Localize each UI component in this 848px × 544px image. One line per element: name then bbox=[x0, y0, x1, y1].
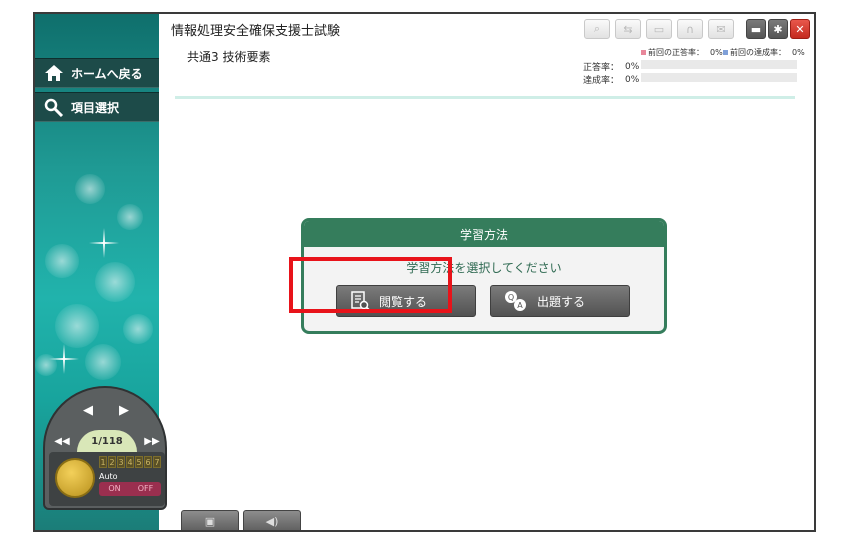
sound-tab[interactable]: ◀) bbox=[243, 510, 301, 530]
pointer-search-icon bbox=[44, 98, 64, 117]
decor-sparkle bbox=[49, 344, 79, 374]
divider bbox=[175, 96, 795, 99]
quiz-button[interactable]: QA 出題する bbox=[490, 285, 630, 317]
auto-panel: 1 2 3 4 5 6 7 Auto ON OFF bbox=[49, 452, 165, 506]
speed-cell[interactable]: 1 bbox=[99, 456, 107, 468]
qa-icon: QA bbox=[505, 291, 526, 311]
headphones-icon: ∩ bbox=[685, 22, 695, 36]
legend-value: 0% bbox=[792, 48, 805, 57]
select-item-button[interactable]: 項目選択 bbox=[35, 92, 159, 122]
app-window: ホームへ戻る 項目選択 ◀ ▶ ◀◀ ▶▶ 1/118 1 2 3 4 5 6 bbox=[33, 12, 816, 532]
speed-cell[interactable]: 3 bbox=[117, 456, 125, 468]
decor-bokeh bbox=[117, 204, 143, 230]
correct-rate-row: 正答率： 0% bbox=[583, 60, 640, 74]
achieve-rate-value: 0% bbox=[625, 74, 640, 85]
svg-text:A: A bbox=[517, 301, 523, 310]
legend-value: 0% bbox=[710, 48, 723, 57]
home-button[interactable]: ホームへ戻る bbox=[35, 58, 159, 88]
section-title: 共通3 技術要素 bbox=[187, 50, 271, 64]
printer-icon: ▭ bbox=[653, 22, 665, 36]
save-tab[interactable]: ▣ bbox=[181, 510, 239, 530]
dialog-title: 学習方法 bbox=[304, 221, 664, 247]
floppy-icon: ▣ bbox=[204, 515, 216, 528]
audio-play-button[interactable] bbox=[55, 458, 95, 498]
quiz-button-label: 出題する bbox=[537, 294, 586, 309]
prev-correct-legend: 前回の正答率： 0% bbox=[641, 47, 723, 58]
gear-icon: ✱ bbox=[773, 22, 783, 36]
decor-bokeh bbox=[95, 262, 135, 302]
view-button-label: 閲覧する bbox=[379, 294, 428, 309]
study-method-dialog: 学習方法 学習方法を選択してください 閲覧する QA 出題する bbox=[301, 218, 667, 334]
auto-label: Auto bbox=[99, 472, 118, 481]
next-button[interactable]: ▶ bbox=[109, 396, 139, 424]
svg-text:Q: Q bbox=[508, 293, 514, 302]
search-button[interactable]: ⌕ bbox=[584, 19, 610, 39]
swap-icon: ⇆ bbox=[623, 22, 633, 36]
decor-bokeh bbox=[123, 314, 153, 344]
speed-cell[interactable]: 6 bbox=[144, 456, 152, 468]
home-icon bbox=[45, 65, 63, 81]
achieve-rate-row: 達成率： 0% bbox=[583, 73, 640, 87]
legend-swatch bbox=[641, 50, 646, 55]
close-icon: ✕ bbox=[795, 22, 805, 36]
mail-button[interactable]: ✉ bbox=[708, 19, 734, 39]
folder-icon: ▬ bbox=[750, 22, 762, 36]
legend-label: 前回の達成率： bbox=[730, 48, 786, 57]
correct-rate-label: 正答率： bbox=[583, 63, 620, 73]
speed-cell[interactable]: 5 bbox=[135, 456, 143, 468]
auto-off-option[interactable]: OFF bbox=[130, 482, 161, 496]
auto-on-option[interactable]: ON bbox=[99, 482, 130, 496]
page-counter: 1/118 bbox=[77, 430, 137, 452]
correct-rate-value: 0% bbox=[625, 61, 640, 72]
speaker-icon: ◀) bbox=[265, 515, 279, 528]
decor-bokeh bbox=[55, 304, 99, 348]
view-button[interactable]: 閲覧する bbox=[336, 285, 476, 317]
search-icon: ⌕ bbox=[593, 22, 601, 35]
settings-button[interactable]: ✱ bbox=[768, 19, 788, 39]
speed-cell[interactable]: 2 bbox=[108, 456, 116, 468]
decor-sparkle bbox=[89, 228, 119, 258]
double-left-icon: ◀◀ bbox=[54, 435, 70, 447]
app-title: 情報処理安全確保支援士試験 bbox=[171, 24, 341, 39]
legend-swatch bbox=[723, 50, 728, 55]
audio-button[interactable]: ∩ bbox=[677, 19, 703, 39]
dialog-message: 学習方法を選択してください bbox=[406, 261, 562, 275]
decor-bokeh bbox=[75, 174, 105, 204]
folder-button[interactable]: ▬ bbox=[746, 19, 766, 39]
last-button[interactable]: ▶▶ bbox=[139, 430, 165, 452]
first-button[interactable]: ◀◀ bbox=[49, 430, 75, 452]
print-button[interactable]: ▭ bbox=[646, 19, 672, 39]
home-button-label: ホームへ戻る bbox=[71, 66, 143, 81]
select-item-label: 項目選択 bbox=[71, 100, 120, 115]
playback-controller: ◀ ▶ ◀◀ ▶▶ 1/118 1 2 3 4 5 6 7 Auto ON OF… bbox=[43, 386, 167, 526]
triangle-left-icon: ◀ bbox=[83, 402, 93, 418]
prev-achieve-legend: 前回の達成率： 0% bbox=[723, 47, 805, 58]
auto-toggle[interactable]: ON OFF bbox=[99, 482, 161, 496]
mail-icon: ✉ bbox=[716, 22, 726, 36]
decor-bokeh bbox=[45, 244, 79, 278]
switch-button[interactable]: ⇆ bbox=[615, 19, 641, 39]
document-search-icon bbox=[351, 291, 370, 311]
achieve-rate-bar bbox=[641, 73, 797, 82]
close-button[interactable]: ✕ bbox=[790, 19, 810, 39]
double-right-icon: ▶▶ bbox=[144, 435, 160, 447]
speed-selector[interactable]: 1 2 3 4 5 6 7 bbox=[99, 456, 162, 468]
achieve-rate-label: 達成率： bbox=[583, 76, 620, 86]
decor-bokeh bbox=[85, 344, 121, 380]
controller-dial: ◀ ▶ ◀◀ ▶▶ 1/118 1 2 3 4 5 6 7 Auto ON OF… bbox=[43, 386, 167, 510]
prev-button[interactable]: ◀ bbox=[73, 396, 103, 424]
correct-rate-bar bbox=[641, 60, 797, 69]
legend-label: 前回の正答率： bbox=[648, 48, 704, 57]
triangle-right-icon: ▶ bbox=[119, 402, 129, 418]
speed-cell[interactable]: 4 bbox=[126, 456, 134, 468]
speed-cell[interactable]: 7 bbox=[153, 456, 161, 468]
